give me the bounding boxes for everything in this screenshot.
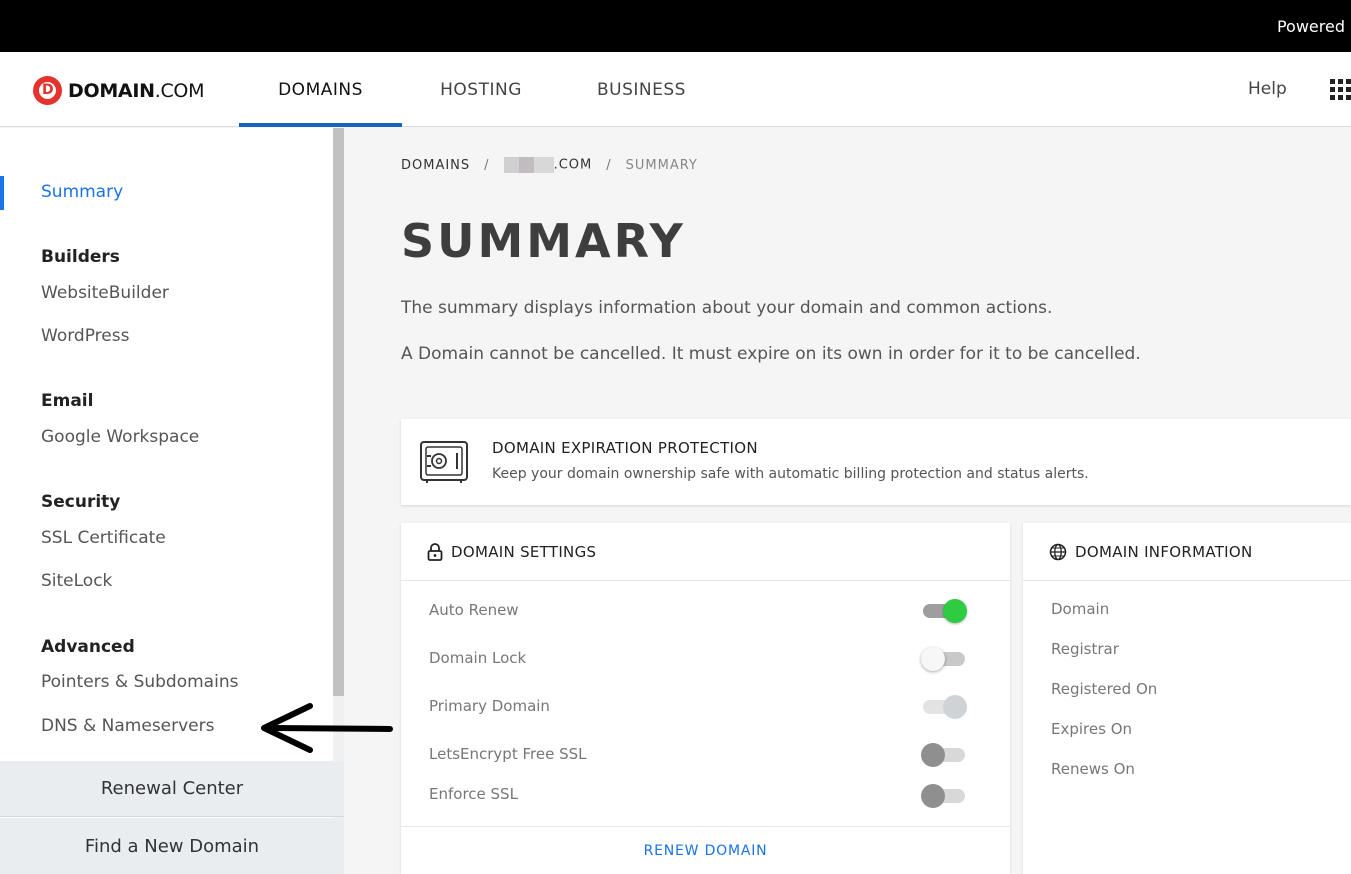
- logo[interactable]: DOMAIN.COM: [33, 76, 204, 105]
- settings-footer: RENEW DOMAIN: [401, 826, 1010, 874]
- sidebar-scrollbar-thumb[interactable]: [333, 128, 344, 696]
- breadcrumb-current: SUMMARY: [625, 157, 698, 173]
- page-title: SUMMARY: [401, 214, 686, 268]
- breadcrumb-domain-suffix: .COM: [553, 157, 593, 173]
- redacted-domain: [503, 157, 554, 173]
- nav-business[interactable]: BUSINESS: [560, 52, 723, 127]
- info-label-registered-on: Registered On: [1051, 680, 1158, 698]
- sidebar-item-google-workspace[interactable]: Google Workspace: [41, 427, 199, 447]
- breadcrumb-domains[interactable]: DOMAINS: [401, 158, 470, 173]
- renewal-center-button[interactable]: Renewal Center: [0, 761, 344, 817]
- protection-title: DOMAIN EXPIRATION PROTECTION: [492, 439, 758, 457]
- expiration-protection-card[interactable]: DOMAIN EXPIRATION PROTECTION Keep your d…: [401, 419, 1351, 505]
- sidebar-heading-advanced: Advanced: [41, 637, 135, 657]
- renew-domain-button[interactable]: RENEW DOMAIN: [644, 843, 768, 859]
- logo-text: DOMAIN.COM: [68, 80, 204, 102]
- logo-d-icon: [33, 76, 62, 105]
- breadcrumb-separator: /: [484, 157, 490, 173]
- setting-label-enforce-ssl: Enforce SSL: [429, 785, 518, 803]
- breadcrumb-separator: /: [606, 157, 612, 173]
- info-label-domain: Domain: [1051, 600, 1110, 618]
- domain-lock-toggle[interactable]: [921, 647, 965, 671]
- sidebar-active-indicator: [0, 176, 4, 210]
- apps-grid-icon[interactable]: [1330, 79, 1351, 100]
- domain-information-header: DOMAIN INFORMATION: [1023, 523, 1351, 581]
- sidebar-heading-builders: Builders: [41, 247, 120, 267]
- info-label-registrar: Registrar: [1051, 640, 1119, 658]
- globe-icon: [1049, 543, 1067, 560]
- lock-icon: [427, 542, 443, 561]
- logo-suffix: .COM: [154, 79, 205, 102]
- safe-icon: [420, 441, 468, 483]
- header: DOMAIN.COM DOMAINS HOSTING BUSINESS Help: [0, 52, 1351, 127]
- info-label-renews-on: Renews On: [1051, 760, 1135, 778]
- sidebar-item-websitebuilder[interactable]: WebsiteBuilder: [41, 283, 169, 303]
- sidebar: Summary Builders WebsiteBuilder WordPres…: [0, 128, 344, 874]
- nav-hosting[interactable]: HOSTING: [402, 52, 560, 127]
- domain-settings-title: DOMAIN SETTINGS: [451, 542, 597, 561]
- toggle-knob: [921, 647, 945, 671]
- auto-renew-toggle[interactable]: [923, 599, 967, 623]
- domain-information-card: DOMAIN INFORMATION Domain Registrar Regi…: [1023, 523, 1351, 874]
- logo-brand: DOMAIN: [68, 79, 155, 102]
- domain-information-title: DOMAIN INFORMATION: [1075, 542, 1253, 561]
- top-bar: Powered: [0, 0, 1351, 52]
- toggle-knob: [921, 743, 945, 767]
- setting-label-domain-lock: Domain Lock: [429, 649, 527, 667]
- sidebar-heading-email: Email: [41, 391, 94, 411]
- main-nav: DOMAINS HOSTING BUSINESS: [239, 52, 723, 127]
- breadcrumb-domain[interactable]: .COM: [503, 157, 593, 173]
- protection-subtitle: Keep your domain ownership safe with aut…: [492, 466, 1089, 482]
- setting-label-letsencrypt: LetsEncrypt Free SSL: [429, 745, 587, 763]
- sidebar-item-ssl-certificate[interactable]: SSL Certificate: [41, 528, 166, 548]
- sidebar-item-dns-nameservers[interactable]: DNS & Nameservers: [41, 716, 215, 736]
- powered-text: Powered: [1276, 17, 1345, 36]
- domain-settings-card: DOMAIN SETTINGS Auto Renew Domain Lock P…: [401, 523, 1010, 874]
- toggle-knob: [943, 599, 967, 623]
- sidebar-heading-security: Security: [41, 492, 121, 512]
- setting-label-auto-renew: Auto Renew: [429, 601, 519, 619]
- breadcrumb: DOMAINS / .COM / SUMMARY: [401, 157, 698, 173]
- domain-settings-header: DOMAIN SETTINGS: [401, 523, 1010, 581]
- sidebar-item-sitelock[interactable]: SiteLock: [41, 571, 112, 591]
- sidebar-item-wordpress[interactable]: WordPress: [41, 326, 129, 346]
- summary-description: The summary displays information about y…: [401, 298, 1053, 318]
- enforce-ssl-toggle[interactable]: [921, 784, 965, 808]
- sidebar-item-pointers-subdomains[interactable]: Pointers & Subdomains: [41, 672, 238, 692]
- toggle-knob: [921, 784, 945, 808]
- setting-label-primary-domain: Primary Domain: [429, 697, 550, 715]
- nav-domains[interactable]: DOMAINS: [239, 52, 402, 127]
- sidebar-item-summary[interactable]: Summary: [41, 182, 123, 202]
- cancellation-note: A Domain cannot be cancelled. It must ex…: [401, 344, 1141, 364]
- help-link[interactable]: Help: [1248, 79, 1287, 99]
- info-label-expires-on: Expires On: [1051, 720, 1133, 738]
- primary-domain-toggle[interactable]: [923, 695, 967, 719]
- letsencrypt-ssl-toggle[interactable]: [921, 743, 965, 767]
- find-new-domain-button[interactable]: Find a New Domain: [0, 818, 344, 874]
- annotation-arrow-icon: [261, 703, 393, 753]
- toggle-knob: [943, 695, 967, 719]
